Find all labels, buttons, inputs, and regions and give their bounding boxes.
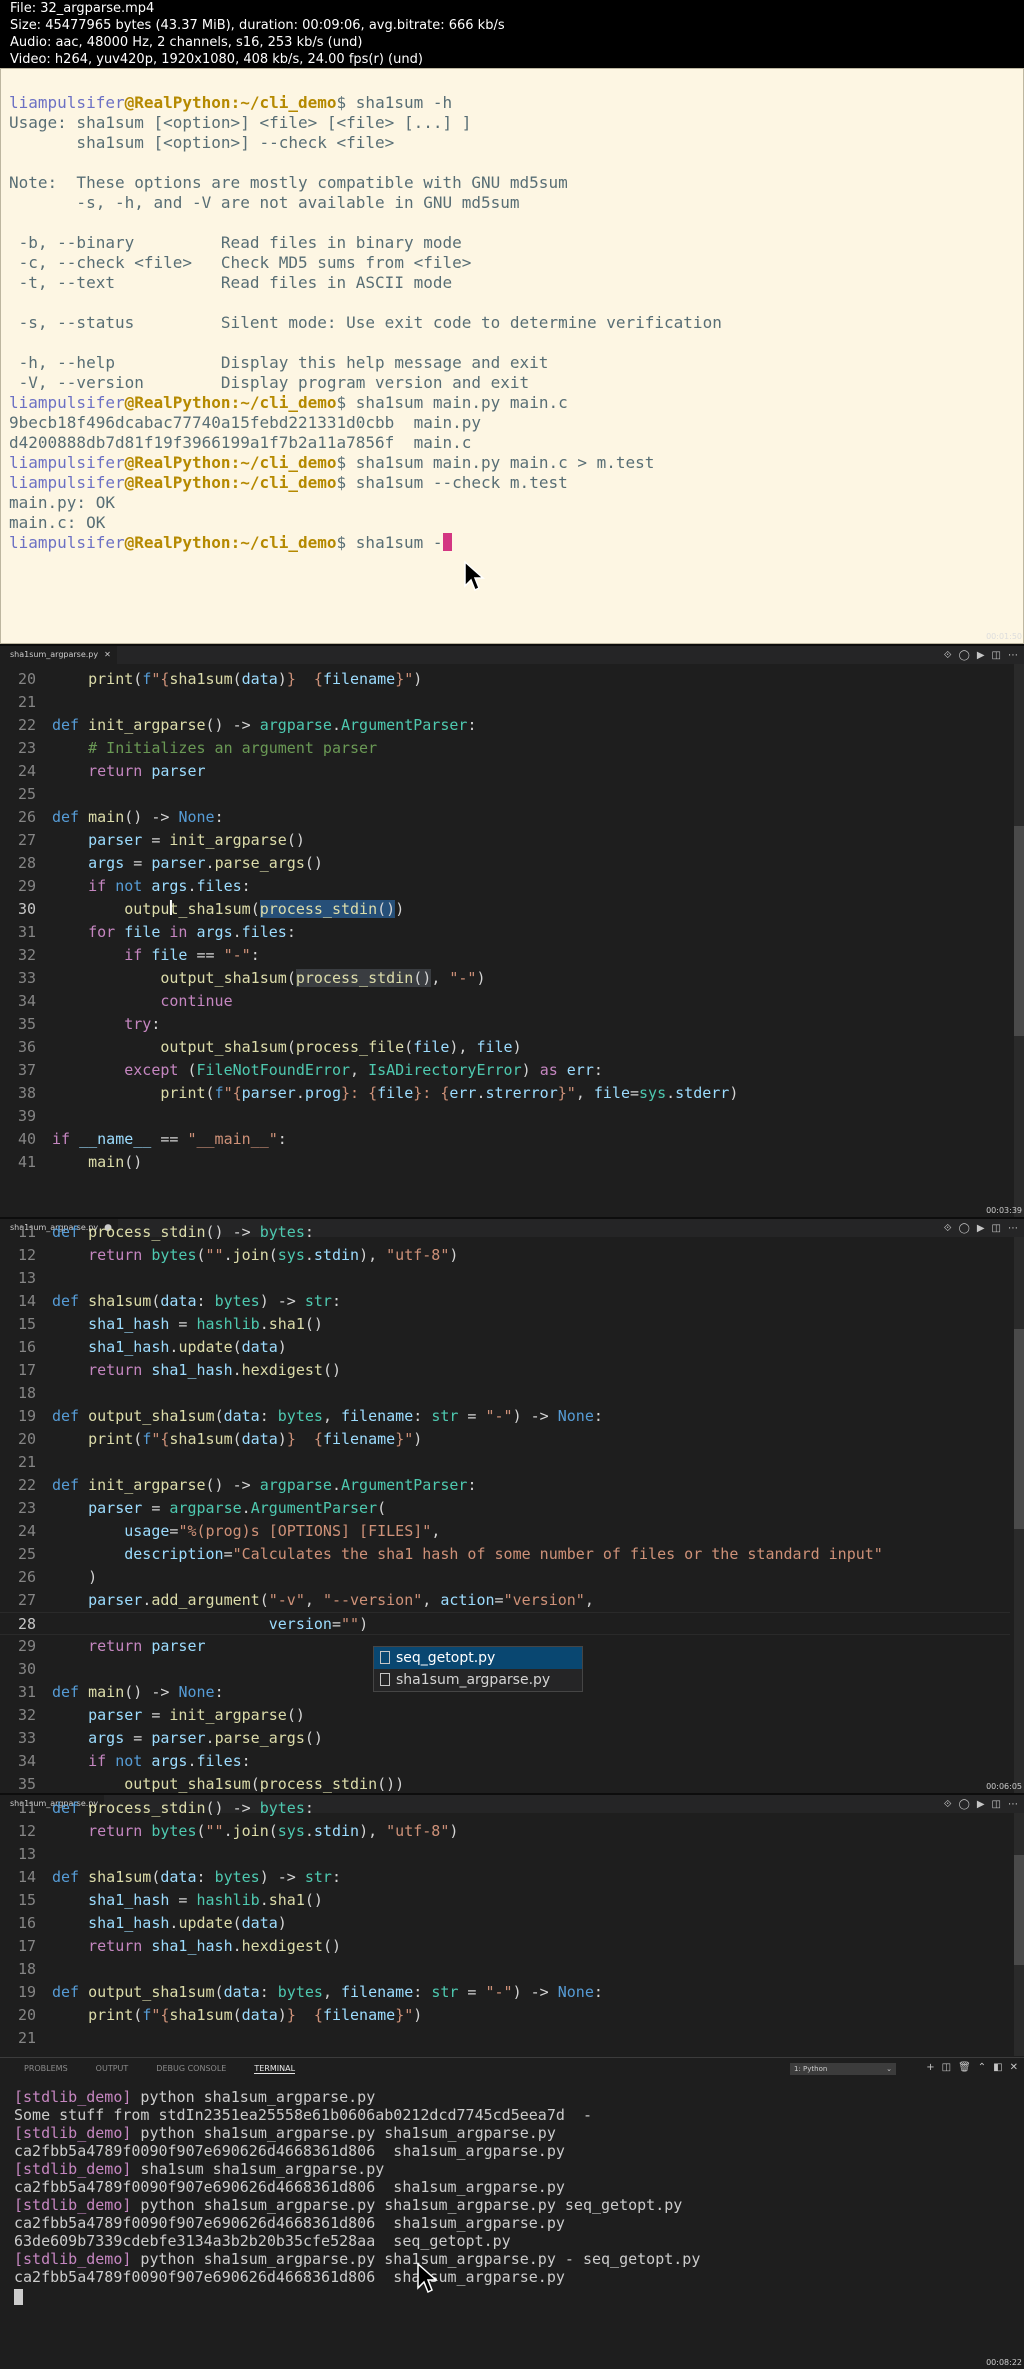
code-area[interactable]: 11 def process_stdin() -> bytes: 12 retur… — [0, 1797, 1010, 2050]
chevron-down-icon: ⌄ — [886, 2065, 892, 2073]
code-editor-1[interactable]: sha1sum_argparse.py ✕ ⟐ ◯ ▶ ◫ ⋯ 20 print(… — [0, 646, 1024, 1217]
file-size: Size: 45477965 bytes (43.37 MiB), durati… — [10, 18, 505, 33]
tab-debug-console[interactable]: DEBUG CONSOLE — [156, 2064, 226, 2074]
file-icon — [380, 1651, 390, 1664]
prompt-line: liampulsifer@RealPython:~/cli_demo$ sha1… — [9, 453, 655, 472]
scrollbar-thumb[interactable] — [1014, 1855, 1024, 1965]
terminal-line: ca2fbb5a4789f0090f907e690626d4668361d806… — [14, 2214, 565, 2232]
terminal-line: ca2fbb5a4789f0090f907e690626d4668361d806… — [14, 2142, 565, 2160]
layout-icon[interactable]: ◧ — [993, 2062, 1002, 2073]
timestamp: 00:03:39 — [986, 1206, 1022, 1215]
output-line: -h, --help Display this help message and… — [9, 353, 549, 372]
output-line: -s, --status Silent mode: Use exit code … — [9, 313, 722, 332]
prompt-line: liampulsifer@RealPython:~/cli_demo$ sha1… — [9, 93, 453, 112]
panel-tabs: PROBLEMS OUTPUT DEBUG CONSOLE TERMINAL — [24, 2064, 296, 2074]
terminal-line: [stdlib_demo] python sha1sum_argparse.py — [14, 2088, 376, 2106]
terminal-panel[interactable]: PROBLEMS OUTPUT DEBUG CONSOLE TERMINAL 1… — [0, 2057, 1024, 2369]
terminal-cursor — [14, 2289, 23, 2305]
code-area[interactable]: 20 print(f"{sha1sum(data)} {filename}") … — [0, 668, 1010, 1174]
video-info: Video: h264, yuv420p, 1920x1080, 408 kb/… — [10, 52, 423, 67]
video-info-header: File: 32_argparse.mp4 Size: 45477965 byt… — [0, 0, 1024, 68]
file-name: File: 32_argparse.mp4 — [10, 1, 155, 16]
timestamp: 00:06:05 — [986, 1782, 1022, 1791]
terminal-line: Some stuff from stdIn2351ea25558e61b0606… — [14, 2106, 592, 2124]
terminal-line: [stdlib_demo] python sha1sum_argparse.py… — [14, 2124, 556, 2142]
add-terminal-icon[interactable]: + — [926, 2062, 934, 2073]
output-line: 9becb18f496dcabac77740a15febd221331d0cbb… — [9, 413, 482, 432]
timestamp: 00:01:50 — [986, 632, 1022, 641]
output-line: -b, --binary Read files in binary mode — [9, 233, 462, 252]
autocomplete-suggestions[interactable]: seq_getopt.py sha1sum_argparse.py — [373, 1646, 583, 1692]
terminal-line: ca2fbb5a4789f0090f907e690626d4668361d806… — [14, 2268, 565, 2286]
terminal-line: [stdlib_demo] python sha1sum_argparse.py… — [14, 2196, 683, 2214]
audio-info: Audio: aac, 48000 Hz, 2 channels, s16, 2… — [10, 35, 363, 50]
prompt-line: liampulsifer@RealPython:~/cli_demo$ sha1… — [9, 533, 1023, 553]
output-line: main.c: OK — [9, 513, 106, 532]
more-icon[interactable]: ⋯ — [1008, 650, 1018, 661]
output-line: sha1sum [<option>] --check <file> — [9, 133, 395, 152]
output-line: -V, --version Display program version an… — [9, 373, 530, 392]
close-panel-icon[interactable]: ✕ — [1010, 2062, 1018, 2073]
close-icon[interactable]: ✕ — [104, 650, 111, 659]
trash-icon[interactable]: 🗑 — [958, 2062, 971, 2073]
mouse-pointer-icon — [464, 560, 485, 592]
tab-problems[interactable]: PROBLEMS — [24, 2064, 68, 2074]
output-line: Usage: sha1sum [<option>] <file> [<file>… — [9, 113, 472, 132]
code-area[interactable]: 11 def process_stdin() -> bytes: 12 retur… — [0, 1221, 1010, 1793]
text-cursor — [442, 533, 452, 551]
suggestion-item[interactable]: sha1sum_argparse.py — [374, 1669, 582, 1691]
output-line: main.py: OK — [9, 493, 115, 512]
compare-icon[interactable]: ⟐ — [944, 650, 952, 661]
scrollbar-thumb[interactable] — [1014, 826, 1024, 1036]
file-icon — [380, 1673, 390, 1686]
split-icon[interactable]: ◫ — [992, 650, 1001, 661]
mouse-pointer-icon — [417, 2262, 438, 2294]
terminal-line: [stdlib_demo] sha1sum sha1sum_argparse.p… — [14, 2160, 385, 2178]
terminal-line: ca2fbb5a4789f0090f907e690626d4668361d806… — [14, 2178, 565, 2196]
circle-icon[interactable]: ◯ — [959, 650, 970, 661]
code-editor-2[interactable]: sha1sum_argparse.py ● ⟐ ◯ ▶ ◫ ⋯ 11 def pro… — [0, 1219, 1024, 1793]
terminal-select[interactable]: 1: Python ⌄ — [790, 2063, 896, 2075]
editor-tab-bar: sha1sum_argparse.py ✕ ⟐ ◯ ▶ ◫ ⋯ — [0, 646, 1024, 664]
output-line: -c, --check <file> Check MD5 sums from <… — [9, 253, 472, 272]
tab-sha1sum-argparse[interactable]: sha1sum_argparse.py ✕ — [0, 646, 117, 664]
terminal-actions: + ◫ 🗑 ⌃ ◧ ✕ — [926, 2062, 1018, 2073]
terminal-line: [stdlib_demo] python sha1sum_argparse.py… — [14, 2250, 701, 2268]
run-icon[interactable]: ▶ — [977, 650, 985, 661]
terminal-light[interactable]: liampulsifer@RealPython:~/cli_demo$ sha1… — [0, 68, 1024, 644]
text-cursor-ibeam-icon: I — [168, 896, 174, 920]
output-line: d4200888db7d81f19f3966199a1f7b2a11a7856f… — [9, 433, 472, 452]
tab-terminal[interactable]: TERMINAL — [254, 2064, 296, 2074]
timestamp: 00:08:22 — [986, 2358, 1022, 2367]
output-line: -t, --text Read files in ASCII mode — [9, 273, 453, 292]
tab-output[interactable]: OUTPUT — [96, 2064, 129, 2074]
output-line: -s, -h, and -V are not available in GNU … — [9, 193, 520, 212]
terminal-line: 63de609b7339cdebfe3134a3b2b20b35cfe528aa… — [14, 2232, 511, 2250]
prompt-line: liampulsifer@RealPython:~/cli_demo$ sha1… — [9, 473, 568, 492]
editor-actions: ⟐ ◯ ▶ ◫ ⋯ — [944, 646, 1018, 664]
output-line: Note: These options are mostly compatibl… — [9, 173, 568, 192]
prompt-line: liampulsifer@RealPython:~/cli_demo$ sha1… — [9, 393, 568, 412]
split-terminal-icon[interactable]: ◫ — [942, 2062, 951, 2073]
scrollbar-thumb[interactable] — [1014, 1329, 1024, 1529]
suggestion-item[interactable]: seq_getopt.py — [374, 1647, 582, 1669]
maximize-icon[interactable]: ⌃ — [978, 2062, 986, 2073]
